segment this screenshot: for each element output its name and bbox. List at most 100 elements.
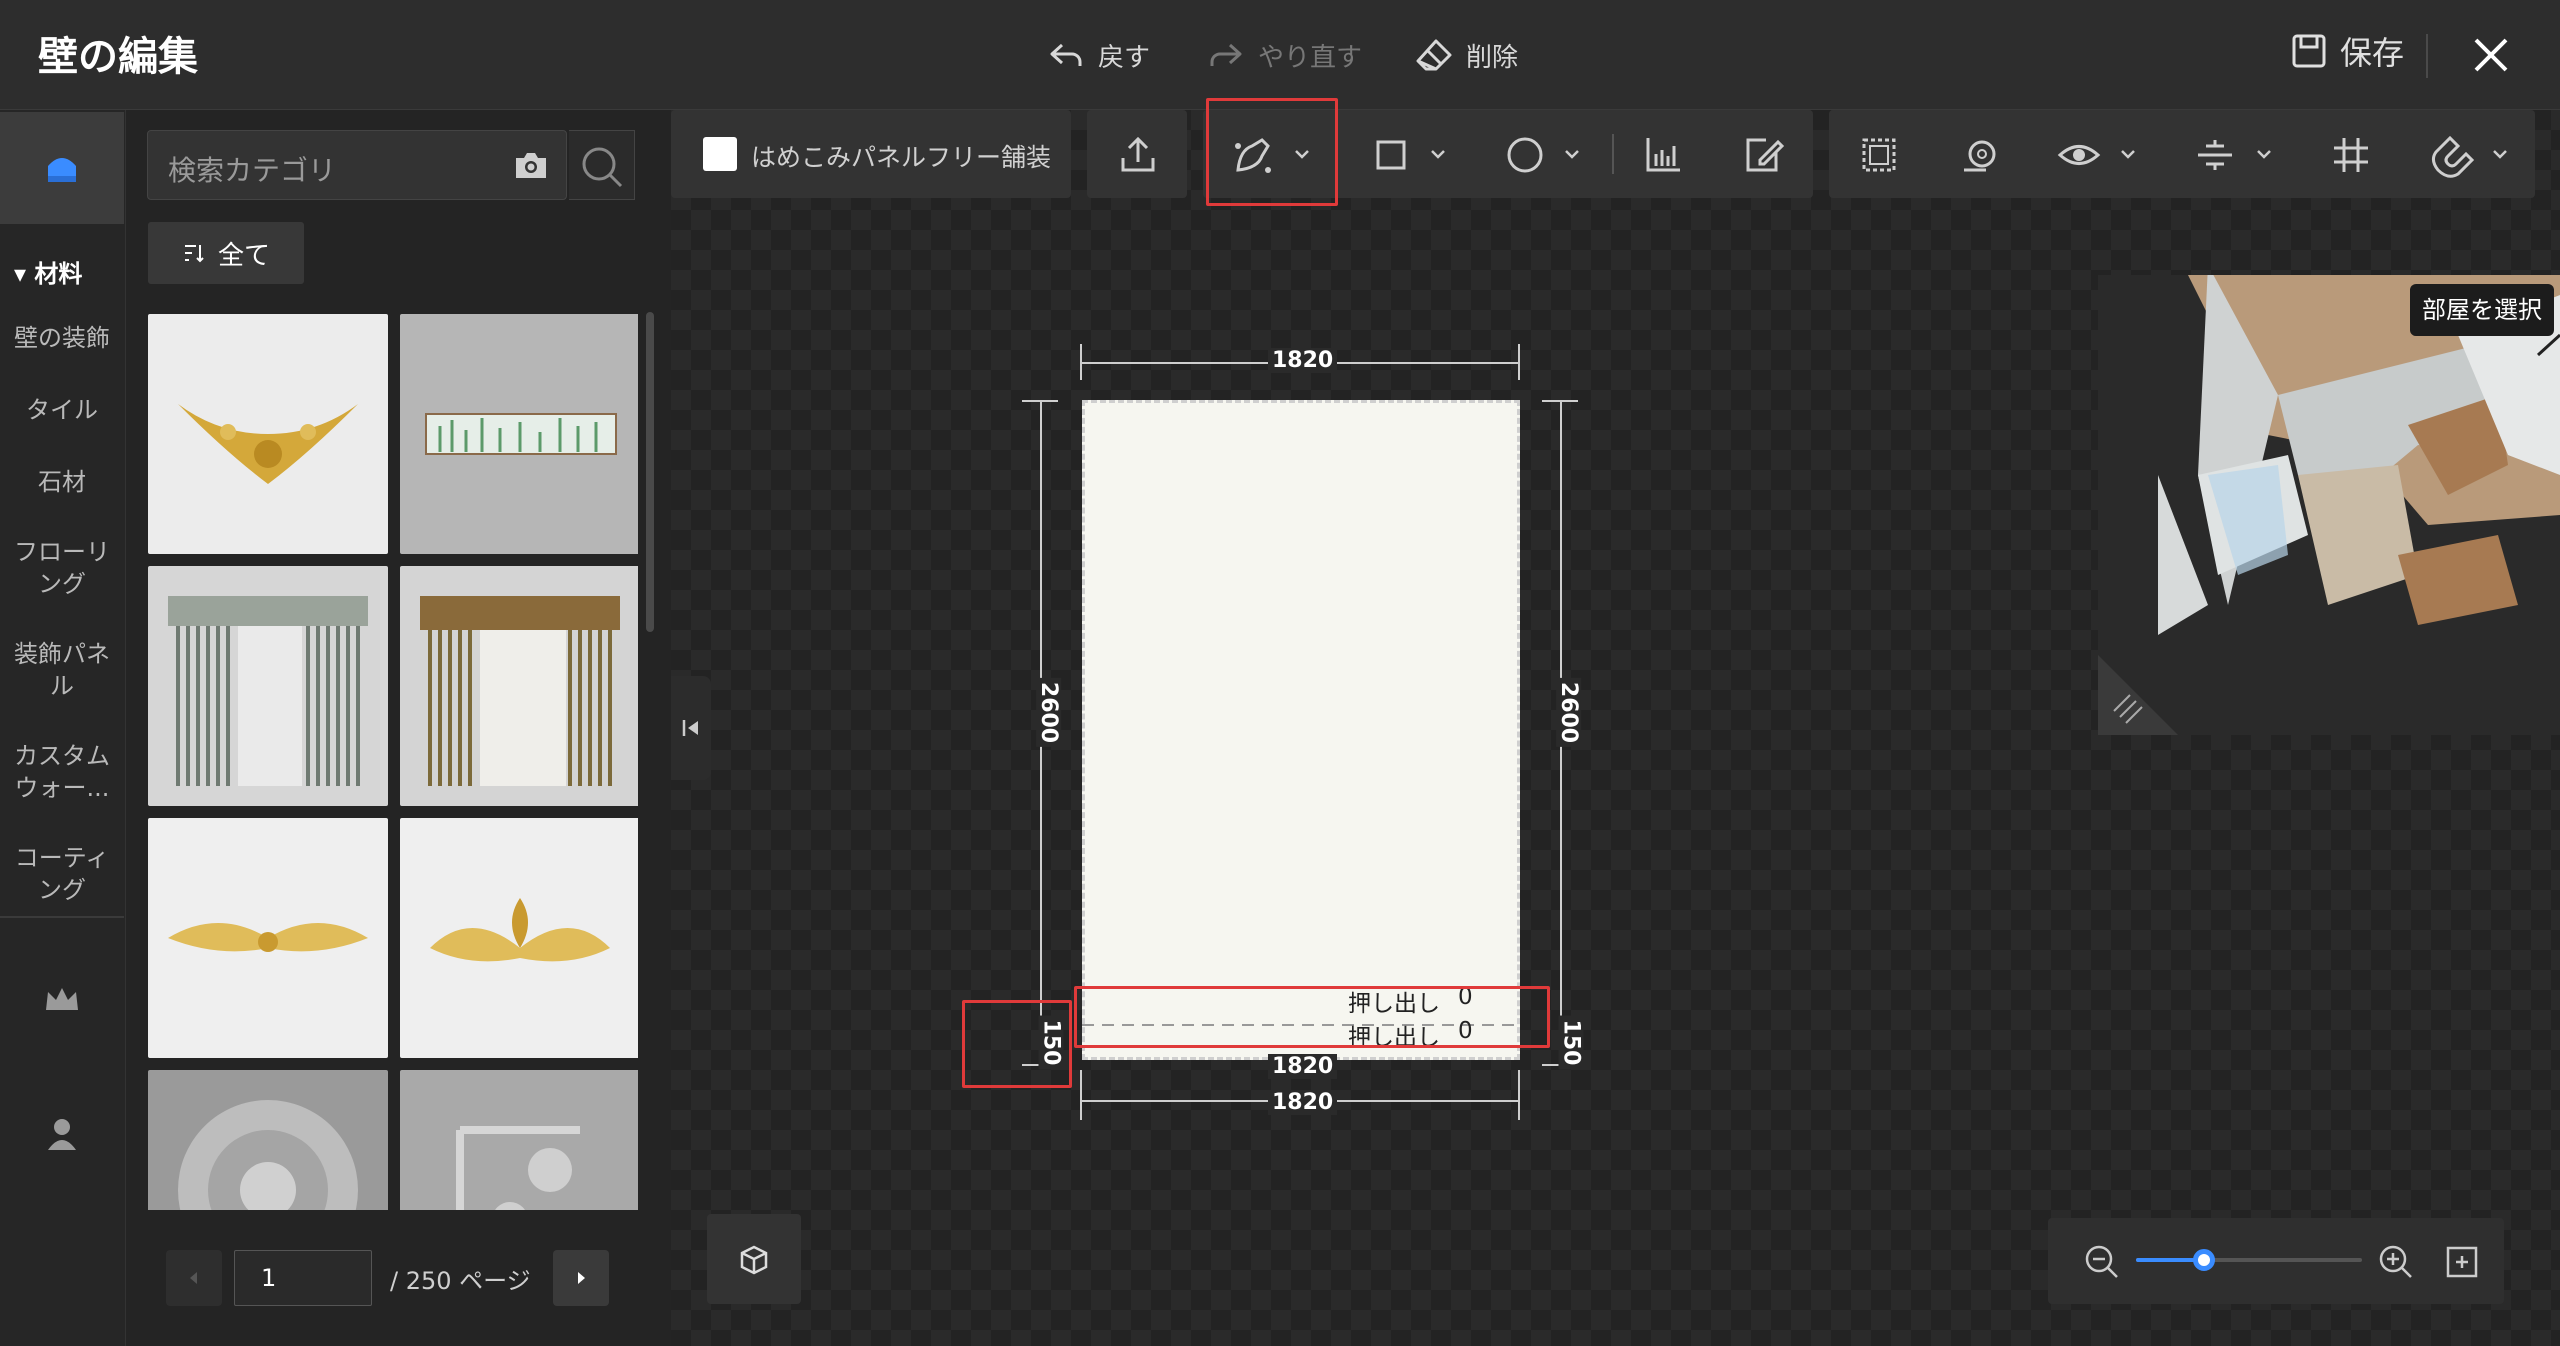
header-bar: 壁の編集 戻す やり直す 削除 保存	[0, 0, 2560, 110]
material-tile[interactable]	[400, 566, 638, 806]
save-button[interactable]: 保存	[2290, 28, 2404, 74]
grid-hash-icon[interactable]	[2328, 132, 2374, 178]
select-room-tooltip[interactable]: 部屋を選択	[2410, 284, 2554, 336]
chevron-down-icon[interactable]	[2254, 144, 2274, 164]
select-area-icon[interactable]	[1856, 132, 1902, 178]
base-dimension-highlight	[962, 1000, 1072, 1088]
corner-ornament-image	[456, 1126, 580, 1210]
prev-page-button[interactable]	[166, 1250, 222, 1306]
toolbar-checkbox-group: はめこみパネルフリー舗装	[671, 110, 1071, 198]
material-tile[interactable]	[400, 818, 638, 1058]
delete-button[interactable]: 削除	[1414, 30, 1518, 80]
rail-item-stone[interactable]: 石材	[0, 466, 124, 498]
redo-icon	[1210, 43, 1242, 66]
dimension-tick	[1022, 400, 1058, 402]
rail-section-label: 材料	[34, 260, 83, 288]
undo-icon	[1050, 43, 1082, 66]
eraser-icon	[1416, 39, 1452, 71]
rail-item-flooring[interactable]: フローリング	[0, 536, 124, 600]
crown-icon[interactable]	[40, 978, 84, 1022]
ornament-gold-image	[178, 404, 358, 484]
toolbar-divider	[1612, 134, 1614, 174]
ornament-wing-image	[168, 923, 368, 952]
free-paving-label: はめこみパネルフリー舗装	[751, 143, 1052, 172]
chevron-down-icon[interactable]	[1562, 144, 1582, 164]
pagination: / 250 ページ	[166, 1250, 609, 1306]
chevron-down-icon[interactable]	[2118, 144, 2138, 164]
search-input[interactable]: 検索カテゴリ	[147, 130, 567, 200]
ceiling-medallion-image	[178, 1100, 358, 1210]
rail-item-coating[interactable]: コーティング	[0, 842, 124, 906]
magnet-snap-icon[interactable]	[2428, 132, 2474, 178]
undo-label: 戻す	[1098, 42, 1151, 73]
chevron-down-icon[interactable]	[2490, 144, 2510, 164]
dimension-tool-icon[interactable]	[1640, 132, 1686, 178]
3d-view-button[interactable]	[707, 1214, 801, 1304]
material-tile[interactable]	[148, 818, 388, 1058]
catalog-scrollbar[interactable]	[646, 312, 654, 632]
dimension-tick	[1518, 344, 1520, 380]
save-icon	[2292, 34, 2326, 68]
zoom-out-icon[interactable]	[2082, 1242, 2122, 1282]
dimension-height-left: 2600	[1036, 677, 1062, 748]
collapse-panel-button[interactable]	[671, 676, 711, 780]
dimension-tick	[1080, 344, 1082, 380]
wall-editor: 壁の編集 戻す やり直す 削除 保存 ▾ 材料 壁の装飾 タイル 石材 フローリ…	[0, 0, 2560, 1346]
next-page-button[interactable]	[552, 1250, 609, 1306]
rail-item-wall-decoration[interactable]: 壁の装飾	[0, 322, 124, 354]
user-icon[interactable]	[40, 1112, 84, 1156]
materials-icon	[48, 158, 76, 182]
pen-tool-highlight	[1206, 98, 1338, 206]
catalog-panel: 検索カテゴリ 全て 1 / 250 ページ	[126, 110, 671, 1346]
edit-panel-icon[interactable]	[1740, 132, 1786, 178]
zoom-control	[2048, 1218, 2504, 1304]
rectangle-tool-icon[interactable]	[1368, 132, 1414, 178]
dimension-width-top: 1820	[1268, 348, 1338, 373]
dimension-height-right: 2600	[1556, 677, 1582, 748]
rail-section-header[interactable]: ▾ 材料	[14, 254, 82, 289]
room-3d-preview[interactable]	[2098, 275, 2560, 735]
search-icon	[582, 147, 623, 188]
align-center-icon[interactable]	[2192, 132, 2238, 178]
free-paving-checkbox[interactable]	[703, 137, 737, 171]
filter-label: 全て	[217, 240, 270, 271]
delete-label: 削除	[1466, 42, 1519, 73]
material-grid	[148, 314, 638, 1210]
rail-item-custom-wall[interactable]: カスタムウォー...	[0, 740, 124, 804]
lasso-icon[interactable]	[1956, 132, 2002, 178]
dimension-width-bottom: 1820	[1268, 1090, 1338, 1115]
zoom-track[interactable]	[2136, 1249, 2362, 1271]
wall-panel[interactable]	[1082, 400, 1520, 1060]
material-tile[interactable]	[400, 314, 638, 554]
circle-tool-icon[interactable]	[1502, 132, 1548, 178]
redo-button[interactable]: やり直す	[1206, 30, 1362, 80]
rail-materials-tab[interactable]	[0, 112, 124, 224]
undo-button[interactable]: 戻す	[1046, 30, 1150, 80]
save-label: 保存	[2340, 34, 2405, 72]
arrow-right-icon	[577, 1272, 585, 1284]
camera-icon[interactable]	[512, 146, 550, 184]
material-tile[interactable]	[148, 1070, 388, 1210]
material-tile[interactable]	[148, 314, 388, 554]
page-title: 壁の編集	[38, 34, 198, 80]
dimension-tick	[1542, 400, 1578, 402]
material-tile[interactable]	[148, 566, 388, 806]
rail-item-decor-panel[interactable]: 装飾パネル	[0, 638, 124, 702]
search-button[interactable]	[569, 130, 635, 200]
page-number-input[interactable]	[234, 1250, 372, 1306]
ornament-fleur-image	[430, 898, 610, 962]
resize-handle-icon[interactable]	[2098, 655, 2178, 735]
arrow-left-icon	[190, 1272, 197, 1284]
dimension-tick	[1080, 1070, 1082, 1120]
close-icon[interactable]	[2466, 30, 2516, 80]
zoom-in-icon[interactable]	[2376, 1242, 2416, 1282]
chevron-down-icon[interactable]	[1428, 144, 1448, 164]
fit-screen-icon[interactable]	[2442, 1242, 2482, 1282]
filter-all-button[interactable]: 全て	[148, 222, 304, 284]
dimension-base-right: 150	[1558, 1015, 1584, 1070]
zoom-slider-knob[interactable]	[2192, 1249, 2215, 1271]
eye-icon[interactable]	[2056, 132, 2102, 178]
material-tile[interactable]	[400, 1070, 638, 1210]
rail-item-tile[interactable]: タイル	[0, 394, 124, 426]
upload-icon[interactable]	[1115, 132, 1161, 178]
